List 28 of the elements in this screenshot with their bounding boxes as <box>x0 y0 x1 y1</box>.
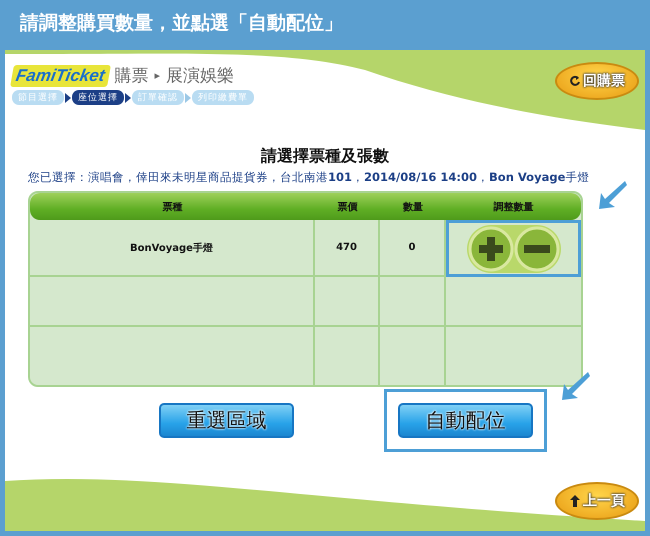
pointer-arrow-icon <box>597 179 627 211</box>
breadcrumb-section: 購票 <box>114 64 149 87</box>
column-header: 票價 <box>336 200 358 214</box>
column-header: 調整數量 <box>492 200 534 214</box>
table-cell <box>380 277 446 327</box>
column-header: 票種 <box>162 200 184 214</box>
progress-step: 座位選擇 <box>72 90 124 105</box>
table-cell: 0 <box>380 220 446 277</box>
section-heading: 請選擇票種及張數 <box>260 146 390 167</box>
table-cell <box>315 277 380 327</box>
progress-step: 列印繳費單 <box>192 90 254 105</box>
table-cell: BonVoyage手燈 <box>30 220 315 277</box>
breadcrumb-page: 展演娛樂 <box>166 65 234 87</box>
action-button[interactable]: 重選區域 <box>159 403 294 438</box>
minus-button[interactable] <box>514 226 560 272</box>
table-cell: 470 <box>315 220 380 277</box>
plus-button[interactable] <box>468 226 514 272</box>
progress-step: 節目選擇 <box>12 90 64 105</box>
selection-summary: 您已選擇：演唱會，倖田來未明星商品提貨券，台北南港101，2014/08/16 14:00，Bon Voyage手燈 <box>27 170 590 185</box>
breadcrumb-separator: ▸ <box>154 69 160 82</box>
famiticket-logo: FamiTicket <box>10 64 110 86</box>
column-header: 數量 <box>402 200 424 214</box>
refresh-icon <box>569 75 581 87</box>
action-button[interactable]: 自動配位 <box>398 403 533 438</box>
window-title: 請調整購買數量，並點選「自動配位」 <box>20 11 343 36</box>
up-arrow-icon <box>569 495 581 507</box>
pointer-arrow-icon <box>560 370 590 402</box>
progress-step: 訂單確認 <box>132 90 184 105</box>
